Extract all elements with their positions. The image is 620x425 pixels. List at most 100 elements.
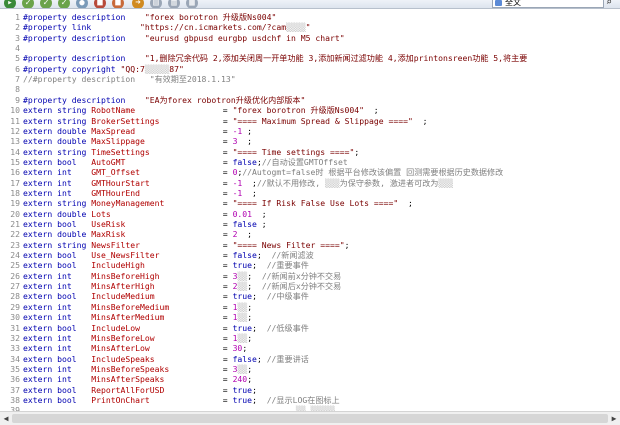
code-line[interactable]: 3 #property description "eurusd gbpusd eu… [0, 33, 620, 43]
line-number: 10 [10, 105, 20, 116]
code-line[interactable]: 10 extern string RobotName = "forex borot… [0, 105, 620, 115]
code-token: #property description [23, 94, 126, 105]
scrollbar-thumb[interactable] [12, 414, 608, 423]
paste-icon[interactable]: ▥ [168, 0, 180, 8]
code-token: = [154, 353, 233, 364]
code-line[interactable]: 31 extern bool IncludeLow = true; //低级事件 [0, 323, 620, 333]
code-line[interactable]: 8 [0, 84, 620, 94]
code-text: extern int MinsBeforeHigh = 3▒▒; //新闻前x分… [23, 271, 341, 281]
check-icon[interactable]: ✓ [40, 0, 52, 8]
code-line[interactable]: 13 extern double MaxSlippage = 3 ; [0, 136, 620, 146]
code-token: extern int [23, 301, 72, 312]
code-line[interactable]: 38 extern bool PrintOnChart = true; //显示L… [0, 395, 620, 405]
code-token: false [232, 219, 257, 229]
code-text: extern int GMTHourStart = -1 ;//默认不用修改, … [23, 178, 453, 188]
code-line[interactable]: 30 extern int MinsAfterMedium = 1▒▒; [0, 312, 620, 322]
code-token: ▒▒ [237, 301, 248, 312]
code-line[interactable]: 2 #property link "https://cn.icmarkets.co… [0, 22, 620, 32]
line-number: 22 [10, 229, 20, 240]
check-icon[interactable]: ✓ [22, 0, 34, 8]
code-token: "==== Maximum Spread & Slippage ====" [232, 115, 413, 126]
code-token: MinsBeforeHigh [91, 270, 160, 281]
code-token: extern bool [23, 384, 77, 395]
code-token: extern bool [23, 219, 77, 229]
image-icon[interactable]: ▦ [186, 0, 198, 8]
line-number: 4 [15, 43, 20, 54]
code-token: 为保守参数, 激进者可改为 [339, 177, 439, 188]
line-number: 18 [10, 187, 20, 198]
code-line[interactable]: 7//#property description "有效期至2018.1.13" [0, 74, 620, 84]
check-icon[interactable]: ✓ [58, 0, 70, 8]
code-line[interactable]: 25 extern bool IncludeHigh = true; //重要事件 [0, 260, 620, 270]
code-token: "==== News Filter ====" [232, 239, 345, 250]
code-line[interactable]: 14 extern string TimeSettings = "==== Tim… [0, 147, 620, 157]
stop-icon[interactable]: ■ [94, 0, 106, 8]
stop-icon[interactable]: ■ [112, 0, 124, 8]
copy-icon[interactable]: ▤ [150, 0, 162, 8]
code-line[interactable]: 12 extern double MaxSpread = -1 ; [0, 126, 620, 136]
code-token: = [144, 260, 233, 271]
code-token: ▒▒▒▒▒ [144, 63, 170, 74]
code-token: "==== If Risk False Use Lots ====" [232, 198, 399, 209]
code-token: #property link [23, 22, 92, 33]
code-line[interactable]: 18 extern int GMTHourEnd = -1 ; [0, 188, 620, 198]
code-line[interactable]: 29 extern int MinsBeforeMedium = 1▒▒; [0, 302, 620, 312]
code-text: extern bool ReportAllForUSD = true; [23, 385, 257, 395]
code-token: ; [256, 250, 272, 261]
code-line[interactable]: 28 extern bool IncludeMedium = true; //中级… [0, 291, 620, 301]
code-line[interactable]: 24 extern bool Use_NewsFilter = false; //… [0, 250, 620, 260]
code-text: extern double MaxSlippage = 3 ; [23, 136, 252, 146]
run-icon[interactable]: ▸ [4, 0, 16, 8]
code-line[interactable]: 11 extern string BrokerSettings = "==== M… [0, 116, 620, 126]
code-token: ; [247, 281, 262, 292]
arrow-icon[interactable]: ➜ [132, 0, 144, 8]
code-line[interactable]: 16 extern int GMT_Offset = 0;//Autogmt=fa… [0, 167, 620, 177]
line-number: 1 [15, 12, 20, 22]
code-token: = [164, 198, 233, 209]
search-scope-select[interactable]: 全文 [492, 0, 604, 8]
code-line[interactable]: 32 extern int MinsBeforeLow = 1▒▒; [0, 333, 620, 343]
code-line[interactable]: 27 extern int MinsAfterHigh = 2▒▒; //新闻后x… [0, 281, 620, 291]
code-line[interactable]: 33 extern int MinsAfterLow = 30; [0, 343, 620, 353]
code-line[interactable]: 17 extern int GMTHourStart = -1 ;//默认不用修改… [0, 178, 620, 188]
code-text: extern int GMT_Offset = 0;//Autogmt=fals… [23, 167, 503, 177]
code-text: extern string MoneyManagement = "==== If… [23, 198, 413, 208]
code-line[interactable]: 37 extern bool ReportAllForUSD = true; [0, 385, 620, 395]
code-line[interactable]: 5 #property description "1,删除冗余代码 2,添加关闭周… [0, 53, 620, 63]
scroll-right-icon[interactable]: ▶ [608, 413, 620, 425]
code-token: //自动设置GMTOffset [261, 156, 348, 167]
code-editor[interactable]: 1 #property description "forex borotron 升… [0, 10, 620, 411]
search-icon[interactable]: ⌕ [606, 0, 612, 8]
code-line[interactable]: 26 extern int MinsBeforeHigh = 3▒▒; //新闻前… [0, 271, 620, 281]
code-token: ; [237, 229, 253, 240]
code-line[interactable]: 21 extern bool UseRisk = false ; [0, 219, 620, 229]
code-line[interactable]: 15 extern bool AutoGMT = false;//自动设置GMTO… [0, 157, 620, 167]
record-icon[interactable]: ● [76, 0, 88, 8]
code-line[interactable]: 6 #property copyright "QQ:7▒▒▒▒▒87" [0, 64, 620, 74]
code-line[interactable]: 19 extern string MoneyManagement = "==== … [0, 198, 620, 208]
code-line[interactable]: 23 extern string NewsFilter = "==== News … [0, 240, 620, 250]
scroll-left-icon[interactable]: ◀ [0, 413, 12, 425]
code-line[interactable]: 22 extern double MaxRisk = 2 ; [0, 229, 620, 239]
horizontal-scrollbar[interactable]: ◀ ▶ [0, 411, 620, 425]
line-number: 37 [10, 384, 20, 395]
code-line[interactable]: 4 [0, 43, 620, 53]
code-line[interactable]: 35 extern int MinsBeforeSpeaks = 3▒▒; [0, 364, 620, 374]
code-line[interactable]: 36 extern int MinsAfterSpeaks = 240; [0, 374, 620, 384]
code-line[interactable]: 20 extern double Lots = 0.01 ; [0, 209, 620, 219]
line-number: 23 [10, 239, 20, 250]
code-token: "forex borotron 升级版Ns004" [232, 105, 365, 116]
code-token: ▒▒▒ [325, 177, 340, 188]
code-line[interactable]: 1 #property description "forex borotron 升… [0, 12, 620, 22]
line-number: 14 [10, 146, 20, 157]
code-text: #property description "forex borotron 升级… [23, 12, 276, 22]
code-token: MaxSlippage [91, 136, 145, 147]
code-line[interactable]: 9 #property description "EA为forex robotro… [0, 95, 620, 105]
code-line[interactable]: 34 extern bool IncludeSpeaks = false; //重… [0, 354, 620, 364]
